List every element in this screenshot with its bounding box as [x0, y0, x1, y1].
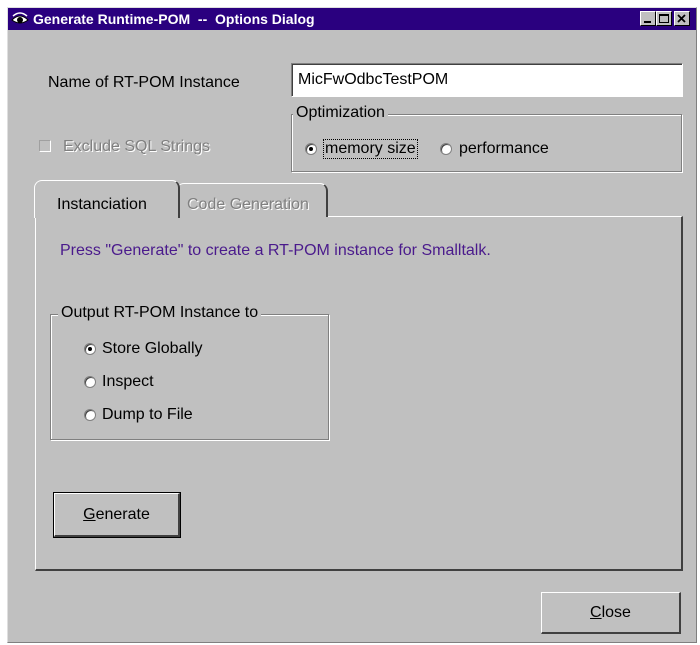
radio-button: [440, 143, 452, 155]
memory-size-label: memory size: [323, 139, 418, 159]
exclude-sql-checkbox[interactable]: Exclude SQL Strings: [39, 138, 239, 156]
radio-button: [84, 376, 96, 388]
close-icon[interactable]: [674, 11, 690, 26]
window-title: Generate Runtime-POM -- Options Dialog: [33, 11, 315, 27]
tab-instanciation-label: Instanciation: [57, 196, 147, 213]
radio-store-globally[interactable]: Store Globally: [84, 340, 254, 358]
checkbox-box: [39, 140, 51, 152]
radio-button: [84, 343, 96, 355]
instance-name-label: Name of RT-POM Instance: [48, 74, 240, 91]
radio-dump-to-file[interactable]: Dump to File: [84, 406, 234, 424]
generate-button[interactable]: Generate: [53, 492, 181, 538]
radio-inspect[interactable]: Inspect: [84, 373, 204, 391]
radio-button: [84, 409, 96, 421]
dump-to-file-label: Dump to File: [102, 406, 193, 423]
instance-name-value: MicFwOdbcTestPOM: [298, 71, 449, 88]
eye-icon[interactable]: [11, 11, 29, 27]
generate-button-label: Generate: [83, 506, 150, 523]
radio-button: [305, 143, 317, 155]
close-button-label: Close: [590, 604, 631, 621]
output-group-legend: Output RT-POM Instance to: [58, 304, 262, 322]
maximize-icon[interactable]: [656, 11, 672, 26]
radio-performance[interactable]: performance: [439, 140, 579, 158]
tab-code-generation[interactable]: Code Generation: [176, 183, 328, 217]
options-dialog-window: Generate Runtime-POM -- Options Dialog N…: [7, 7, 697, 643]
minimize-icon[interactable]: [640, 11, 656, 26]
exclude-sql-label: Exclude SQL Strings: [63, 138, 211, 155]
tab-instanciation[interactable]: Instanciation: [34, 180, 180, 218]
optimization-legend: Optimization: [293, 104, 388, 122]
instructions-message: Press "Generate" to create a RT-POM inst…: [60, 242, 491, 259]
inspect-label: Inspect: [102, 373, 154, 390]
performance-label: performance: [459, 140, 549, 157]
store-globally-label: Store Globally: [102, 340, 203, 357]
title-bar[interactable]: Generate Runtime-POM -- Options Dialog: [8, 8, 696, 30]
close-button[interactable]: Close: [541, 592, 681, 634]
radio-memory-size[interactable]: memory size: [304, 139, 432, 159]
tab-code-generation-label: Code Generation: [187, 196, 309, 213]
instance-name-field[interactable]: MicFwOdbcTestPOM: [291, 63, 683, 97]
